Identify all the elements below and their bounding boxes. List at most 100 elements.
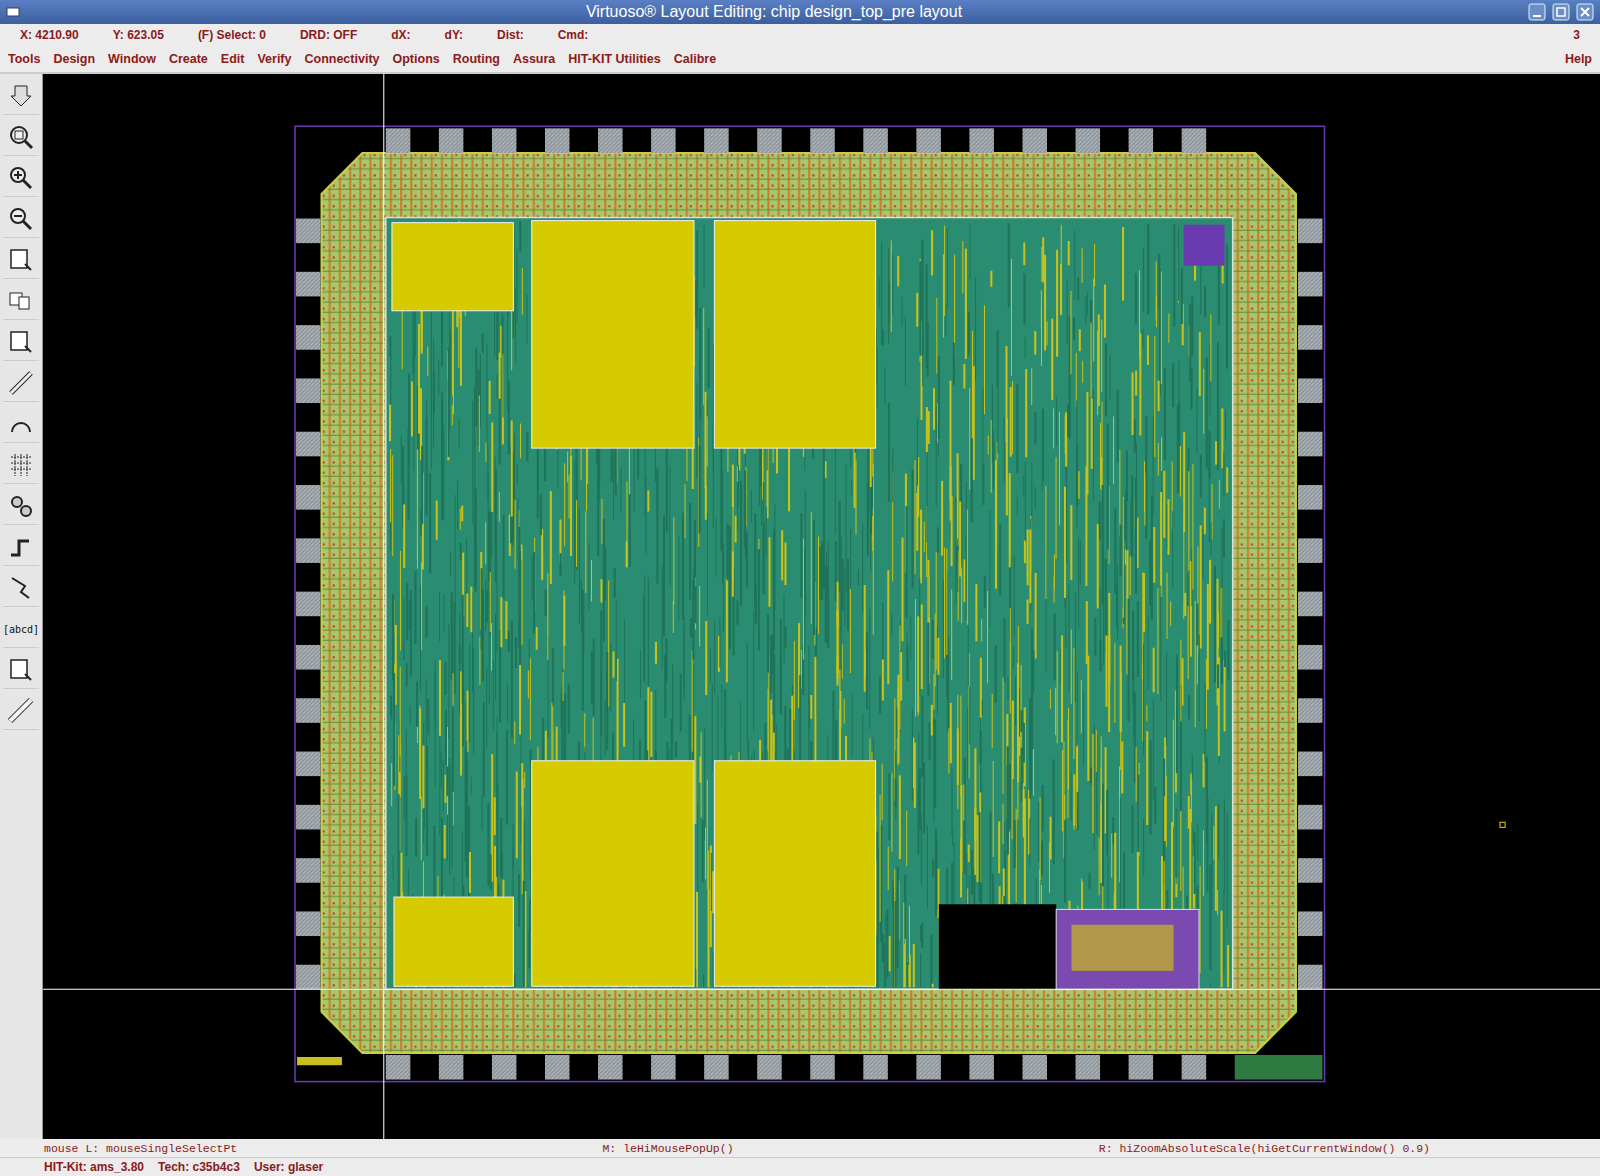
- io-pad[interactable]: [1298, 432, 1322, 457]
- tool-button[interactable]: [3, 488, 39, 525]
- io-pad[interactable]: [296, 485, 320, 510]
- macro-block[interactable]: [392, 223, 513, 311]
- menu-item[interactable]: Design: [53, 52, 95, 66]
- label-tool[interactable]: [abcd]: [3, 624, 39, 635]
- io-pad[interactable]: [598, 128, 622, 153]
- macro-block[interactable]: [714, 761, 875, 987]
- io-pad[interactable]: [386, 128, 410, 153]
- analog-block[interactable]: [1056, 909, 1199, 989]
- layout-canvas[interactable]: [43, 74, 1600, 1139]
- io-pad[interactable]: [810, 1055, 834, 1080]
- io-pad[interactable]: [598, 1055, 622, 1080]
- tool-button[interactable]: [3, 324, 39, 361]
- menu-item[interactable]: Edit: [221, 52, 245, 66]
- help-menu[interactable]: Help: [1565, 52, 1592, 66]
- io-pad[interactable]: [545, 1055, 569, 1080]
- io-pad[interactable]: [863, 128, 887, 153]
- io-pad[interactable]: [1298, 219, 1322, 244]
- io-pad[interactable]: [863, 1055, 887, 1080]
- minimize-icon[interactable]: [1528, 3, 1546, 21]
- tool-button[interactable]: [3, 406, 39, 443]
- window-menu-icon[interactable]: [6, 6, 20, 18]
- macro-block[interactable]: [532, 761, 694, 987]
- io-pad[interactable]: [296, 911, 320, 936]
- tool-button[interactable]: [3, 529, 39, 566]
- io-pad[interactable]: [1076, 128, 1100, 153]
- io-pad[interactable]: [1298, 858, 1322, 883]
- io-pad[interactable]: [296, 752, 320, 777]
- tool-button[interactable]: [3, 570, 39, 607]
- io-pad[interactable]: [492, 128, 516, 153]
- io-pad[interactable]: [1076, 1055, 1100, 1080]
- io-pad[interactable]: [1298, 538, 1322, 563]
- io-pad[interactable]: [296, 219, 320, 244]
- io-pad[interactable]: [916, 1055, 940, 1080]
- io-pad[interactable]: [810, 128, 834, 153]
- io-pad[interactable]: [1298, 272, 1322, 297]
- macro-block[interactable]: [714, 221, 875, 449]
- menu-item[interactable]: HIT-KIT Utilities: [568, 52, 660, 66]
- io-pad[interactable]: [1298, 698, 1322, 723]
- tool-button[interactable]: [3, 693, 39, 730]
- io-pad[interactable]: [1129, 128, 1153, 153]
- io-pad[interactable]: [296, 432, 320, 457]
- io-pad[interactable]: [439, 1055, 463, 1080]
- tool-button[interactable]: [3, 201, 39, 238]
- io-pad[interactable]: [1298, 378, 1322, 403]
- io-pad[interactable]: [1023, 128, 1047, 153]
- io-pad[interactable]: [1298, 485, 1322, 510]
- io-pad[interactable]: [296, 805, 320, 830]
- io-pad[interactable]: [969, 1055, 993, 1080]
- io-pad[interactable]: [1129, 1055, 1153, 1080]
- io-pad[interactable]: [651, 128, 675, 153]
- io-pad[interactable]: [386, 1055, 410, 1080]
- io-pad[interactable]: [296, 698, 320, 723]
- tool-button[interactable]: [3, 283, 39, 320]
- io-pad[interactable]: [1298, 911, 1322, 936]
- menu-item[interactable]: Tools: [8, 52, 40, 66]
- maximize-icon[interactable]: [1552, 3, 1570, 21]
- macro-block[interactable]: [532, 221, 694, 449]
- tool-button[interactable]: [3, 652, 39, 689]
- io-pad[interactable]: [969, 128, 993, 153]
- io-pad[interactable]: [296, 272, 320, 297]
- menu-item[interactable]: Routing: [453, 52, 500, 66]
- io-pad[interactable]: [296, 965, 320, 990]
- tool-button[interactable]: [3, 242, 39, 279]
- io-pad[interactable]: [651, 1055, 675, 1080]
- tool-button[interactable]: [3, 447, 39, 484]
- io-pad[interactable]: [296, 645, 320, 670]
- io-pad[interactable]: [1298, 325, 1322, 350]
- tool-button[interactable]: [3, 365, 39, 402]
- close-icon[interactable]: [1576, 3, 1594, 21]
- tool-button[interactable]: [3, 160, 39, 197]
- tool-button[interactable]: [3, 119, 39, 156]
- menu-item[interactable]: Calibre: [674, 52, 716, 66]
- io-pad[interactable]: [1298, 592, 1322, 617]
- io-pad[interactable]: [1182, 1055, 1206, 1080]
- io-pad[interactable]: [439, 128, 463, 153]
- io-pad[interactable]: [296, 325, 320, 350]
- io-pad[interactable]: [916, 128, 940, 153]
- io-pad[interactable]: [545, 128, 569, 153]
- io-pad[interactable]: [1298, 752, 1322, 777]
- io-pad[interactable]: [704, 128, 728, 153]
- io-pad[interactable]: [1298, 645, 1322, 670]
- menu-item[interactable]: Verify: [257, 52, 291, 66]
- io-pad[interactable]: [296, 858, 320, 883]
- menu-item[interactable]: Options: [393, 52, 440, 66]
- menu-item[interactable]: Assura: [513, 52, 555, 66]
- io-pad[interactable]: [757, 1055, 781, 1080]
- io-pad[interactable]: [757, 128, 781, 153]
- menu-item[interactable]: Connectivity: [304, 52, 379, 66]
- tool-button[interactable]: [abcd]: [3, 611, 39, 648]
- menu-item[interactable]: Window: [108, 52, 156, 66]
- io-pad[interactable]: [492, 1055, 516, 1080]
- tool-button[interactable]: [3, 78, 39, 115]
- io-pad[interactable]: [296, 538, 320, 563]
- menu-item[interactable]: Create: [169, 52, 208, 66]
- io-pad[interactable]: [1298, 965, 1322, 990]
- io-pad[interactable]: [1298, 805, 1322, 830]
- macro-block[interactable]: [394, 897, 513, 986]
- io-pad[interactable]: [1023, 1055, 1047, 1080]
